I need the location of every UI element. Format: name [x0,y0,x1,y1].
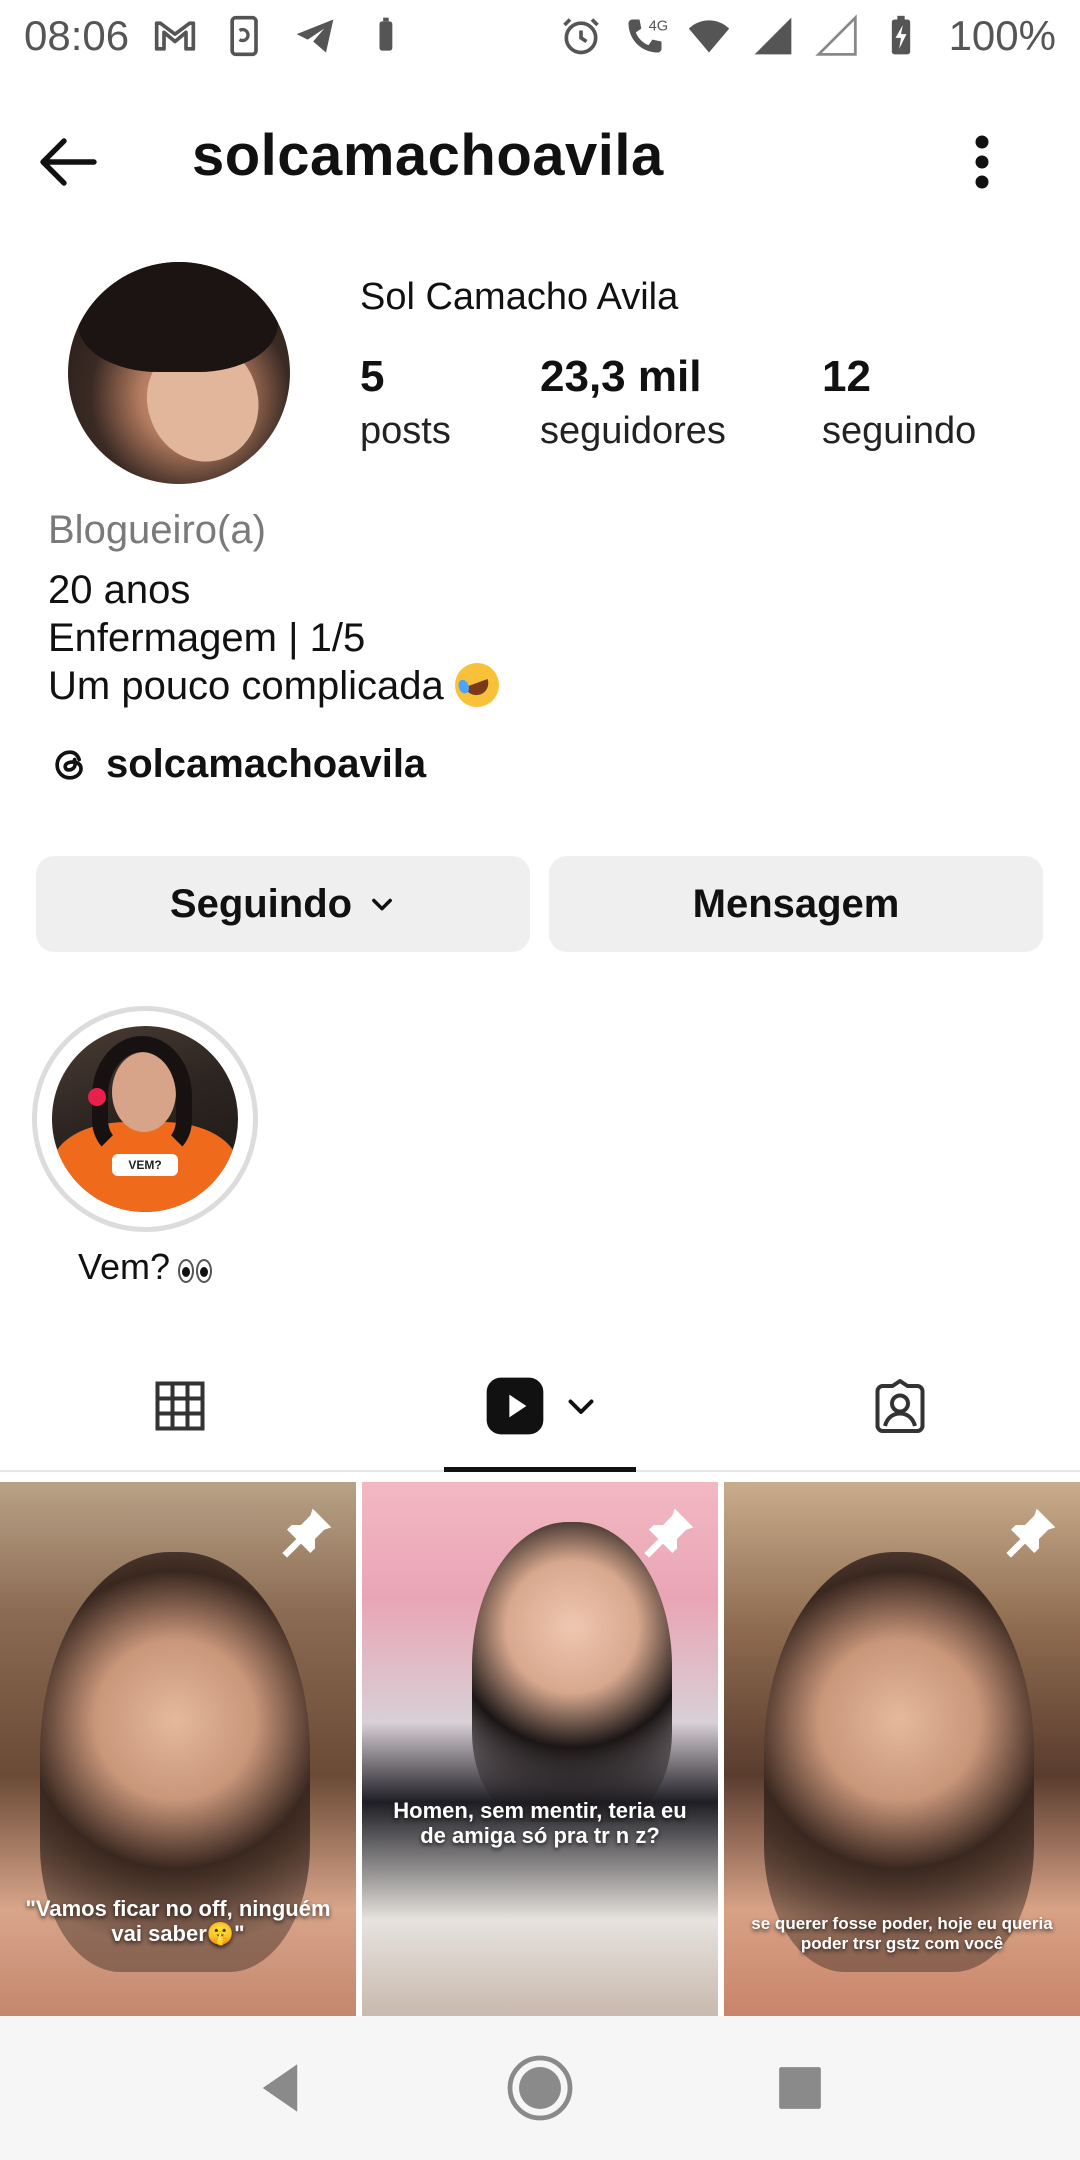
gmail-icon [153,14,197,58]
bio-line: Enfermagem | 1/5 [48,616,366,660]
posts-grid: "Vamos ficar no off, ninguém vai saber🤫"… [0,1482,1080,2016]
chevron-down-icon [372,898,393,911]
nav-recents-icon [779,2067,821,2109]
pin-icon [282,1508,332,1558]
more-options-button[interactable] [952,122,1012,202]
following-stat[interactable]: 12 seguindo [822,352,976,453]
highlight-sticker: VEM? [112,1154,178,1176]
highlight-ring: VEM? [32,1006,258,1232]
volte-call-icon: 4G [623,14,667,58]
svg-text:4G: 4G [648,19,666,35]
highlight-cover-image: VEM? [52,1026,238,1212]
battery-saver-icon [363,14,407,58]
nav-home-icon [507,2055,573,2121]
bio-line-with-emoji: Um pouco complicada [48,656,506,714]
threads-profile-link[interactable]: solcamachoavila [48,742,426,787]
tab-reels[interactable] [360,1342,720,1472]
nav-home-button[interactable] [500,2048,580,2128]
status-time: 08:06 [24,12,130,59]
more-vertical-icon [975,135,989,189]
profile-header: solcamachoavila [0,100,1080,220]
profile-username-title: solcamachoavila [192,123,664,188]
grid-icon [155,1381,205,1431]
signal-icon [751,14,795,58]
signal-empty-icon [814,14,859,58]
lollipop [88,1088,106,1106]
nav-back-icon [262,2064,298,2112]
status-bar: 08:06 4G 100% [0,0,1080,72]
pin-icon [644,1508,694,1558]
message-button[interactable]: Mensagem [549,856,1043,952]
profile-bio: 20 anos Enfermagem | 1/5 Um pouco compli… [48,566,506,714]
posts-label: posts [360,410,451,452]
post-caption: "Vamos ficar no off, ninguém vai saber🤫" [25,1896,331,1947]
post-caption: se querer fosse poder, hoje eu queria po… [751,1914,1053,1953]
following-button[interactable]: Seguindo [36,856,530,952]
profile-category: Blogueiro(a) [48,508,266,552]
tagged-icon [875,1379,925,1433]
message-button-label: Mensagem [692,881,900,926]
following-label: seguindo [822,410,977,452]
following-button-label: Seguindo [169,881,353,926]
posts-stat[interactable]: 5 posts [360,352,540,453]
reels-icon [486,1377,544,1435]
post-tile[interactable]: se querer fosse poder, hoje eu queria po… [724,1482,1080,2016]
bio-line: 20 anos [48,568,191,612]
highlight-label-row: Vem? [77,1246,213,1288]
followers-stat[interactable]: 23,3 mil seguidores [540,352,822,453]
post-caption: Homen, sem mentir, teria eu de amiga só … [393,1798,687,1849]
story-highlight[interactable]: VEM? Vem? [32,1006,258,1288]
battery-charging-icon [879,14,923,58]
eyes-emoji-icon [178,1259,213,1283]
profile-stats: 5 posts 23,3 mil seguidores 12 seguindo [360,352,976,453]
post-tile[interactable]: Homen, sem mentir, teria eu de amiga só … [362,1482,718,2016]
threads-icon [55,749,83,780]
display-name: Sol Camacho Avila [360,276,679,318]
rolling-laughing-emoji-icon [448,656,506,714]
phone-sync-icon [223,14,267,58]
back-button[interactable] [30,122,110,202]
posts-count: 5 [360,352,385,401]
telegram-icon [293,14,337,58]
nav-back-button[interactable] [240,2048,320,2128]
followers-label: seguidores [540,410,726,452]
system-navigation-bar [0,2016,1080,2160]
profile-avatar[interactable] [68,262,290,484]
following-count: 12 [822,352,871,401]
followers-count: 23,3 mil [540,352,702,401]
back-arrow-icon [40,138,97,186]
chevron-down-icon [568,1399,594,1414]
battery-percent: 100% [948,12,1056,59]
tab-tagged[interactable] [720,1342,1080,1470]
pin-icon [1006,1508,1056,1558]
tab-grid[interactable] [0,1342,360,1470]
post-tile[interactable]: "Vamos ficar no off, ninguém vai saber🤫" [0,1482,356,2016]
threads-handle: solcamachoavila [106,742,427,786]
alarm-icon [559,14,603,58]
nav-recents-button[interactable] [760,2048,840,2128]
wifi-icon [687,14,731,58]
profile-tabs [0,1342,1080,1472]
bio-line: Um pouco complicada [48,664,444,708]
highlight-label: Vem? [77,1246,171,1287]
